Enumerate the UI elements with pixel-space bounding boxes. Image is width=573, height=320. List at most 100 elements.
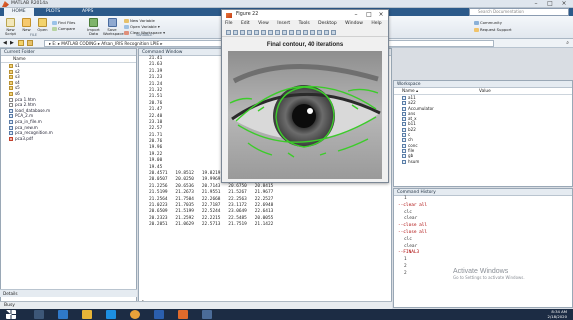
find-files-button[interactable]: Find Files <box>52 20 75 25</box>
open-variable-icon <box>124 25 129 29</box>
menu-view[interactable]: View <box>258 21 269 26</box>
history-entry[interactable]: 1 <box>394 257 572 264</box>
workspace-name-column[interactable]: Name ▴ <box>402 89 418 94</box>
import-data-icon <box>89 18 98 27</box>
section-variable-label: VARIABLE <box>136 33 153 37</box>
menu-tools[interactable]: Tools <box>299 21 310 26</box>
history-entry[interactable]: --clear all <box>394 203 572 210</box>
save-figure-icon[interactable] <box>240 30 245 35</box>
figure-close-icon[interactable]: × <box>375 10 387 20</box>
workspace-value-column[interactable]: Value <box>479 88 491 95</box>
history-entry[interactable]: --FINAL3 <box>394 250 572 257</box>
folder-item-label: s6 <box>15 90 20 96</box>
menu-desktop[interactable]: Desktop <box>318 21 337 26</box>
colorbar-icon[interactable] <box>310 30 315 35</box>
history-entry[interactable]: clear <box>394 244 572 251</box>
history-entry[interactable]: clc <box>394 210 572 217</box>
show-tools-icon[interactable] <box>331 30 336 35</box>
open-button[interactable]: Open <box>35 18 50 32</box>
word-icon[interactable] <box>154 310 164 319</box>
tab-home[interactable]: HOME <box>4 8 34 16</box>
menu-file[interactable]: File <box>225 21 233 26</box>
zoom-out-icon[interactable] <box>268 30 273 35</box>
chrome-icon[interactable] <box>130 310 140 319</box>
open-variable-button[interactable]: Open Variable ▾ <box>124 24 160 29</box>
maximize-icon[interactable]: □ <box>543 0 557 8</box>
activate-windows-watermark: Activate Windows Go to Settings to activ… <box>453 268 525 281</box>
section-file-label: FILE <box>30 33 37 37</box>
pupil <box>292 104 316 128</box>
variable-icon <box>402 122 406 127</box>
brush-icon[interactable] <box>296 30 301 35</box>
print-icon[interactable] <box>247 30 252 35</box>
workspace-list: a11 a22 Accumulator ans at_x b11 b22 c ch conc fil… <box>394 95 572 164</box>
history-entry[interactable]: 1 <box>394 196 572 203</box>
link-icon[interactable] <box>303 30 308 35</box>
pdf-file-icon <box>9 136 13 141</box>
menu-edit[interactable]: Edit <box>241 21 250 26</box>
pointer-icon[interactable] <box>254 30 259 35</box>
save-workspace-button[interactable]: Save Workspace <box>103 18 124 36</box>
open-file-icon[interactable] <box>233 30 238 35</box>
folder-icon <box>9 80 13 85</box>
back-icon[interactable]: ◀ <box>3 40 7 46</box>
folder-name-column[interactable]: Name <box>1 56 136 63</box>
search-documentation-input[interactable]: Search Documentation <box>469 8 569 16</box>
compare-button[interactable]: Compare <box>52 26 75 31</box>
browse-folder-icon[interactable] <box>27 40 33 46</box>
folder-item[interactable]: pca3.pdf <box>1 136 136 142</box>
menu-insert[interactable]: Insert <box>277 21 290 26</box>
close-icon[interactable]: × <box>557 0 571 8</box>
pan-icon[interactable] <box>275 30 280 35</box>
legend-icon[interactable] <box>317 30 322 35</box>
matlab-logo-icon <box>2 1 9 7</box>
figure-window[interactable]: Figure 22 – □ × File Edit View Insert To… <box>221 9 389 183</box>
hide-tools-icon[interactable] <box>324 30 329 35</box>
new-button[interactable]: New <box>19 18 34 32</box>
file-explorer-icon[interactable] <box>82 310 92 319</box>
workspace-variable[interactable]: hsum <box>394 159 572 164</box>
html-file-icon <box>9 103 13 108</box>
eye-image-contour <box>228 51 382 179</box>
menu-window[interactable]: Window <box>345 21 363 26</box>
new-script-icon <box>6 18 15 27</box>
request-support-button[interactable]: Request Support <box>474 27 512 32</box>
search-icon[interactable]: ⌕ <box>566 40 569 46</box>
variable-name: b11 <box>408 121 416 127</box>
menu-help[interactable]: Help <box>371 21 381 26</box>
community-button[interactable]: Community <box>474 20 502 25</box>
tab-apps[interactable]: APPS <box>74 8 101 16</box>
rotate-icon[interactable] <box>282 30 287 35</box>
command-history-panel: Command History 1 --clear all clc clear --cl… <box>393 188 573 308</box>
history-entry[interactable]: --close all <box>394 223 572 230</box>
figure-taskbar-icon[interactable] <box>202 310 212 319</box>
variable-name: file <box>408 147 415 153</box>
windows-start-icon[interactable] <box>6 310 16 319</box>
folder-icon <box>9 91 13 96</box>
new-script-button[interactable]: New Script <box>3 18 18 36</box>
store-icon[interactable] <box>106 310 116 319</box>
forward-icon[interactable]: ▶ <box>10 40 14 46</box>
up-folder-icon[interactable] <box>18 40 24 46</box>
zoom-in-icon[interactable] <box>261 30 266 35</box>
minimize-icon[interactable]: – <box>529 0 543 8</box>
history-entry[interactable]: clc <box>394 237 572 244</box>
edge-icon[interactable] <box>58 310 68 319</box>
figure-maximize-icon[interactable]: □ <box>363 10 375 20</box>
folder-item-label: s2 <box>15 68 20 74</box>
new-figure-icon[interactable] <box>226 30 231 35</box>
figure-minimize-icon[interactable]: – <box>350 10 362 20</box>
task-view-icon[interactable] <box>34 310 44 319</box>
folder-item-label: pca 1.htm <box>15 96 36 102</box>
matlab-taskbar-icon[interactable] <box>178 310 188 319</box>
data-cursor-icon[interactable] <box>289 30 294 35</box>
details-panel-header[interactable]: Details <box>0 289 137 297</box>
system-clock[interactable]: 8:34 AM 2/18/2020 <box>548 309 567 319</box>
folder-list: s1 s2 s3 s4 s5 s6 pca 1.htm pca 2.htm load_datab… <box>1 63 136 141</box>
import-data-button[interactable]: Import Data <box>86 18 101 36</box>
folder-item-label: pca_in_file.m <box>15 118 42 124</box>
tab-plots[interactable]: PLOTS <box>38 8 68 16</box>
new-variable-button[interactable]: New Variable <box>124 18 155 23</box>
history-entry[interactable]: --close all <box>394 230 572 237</box>
variable-icon <box>402 106 406 111</box>
